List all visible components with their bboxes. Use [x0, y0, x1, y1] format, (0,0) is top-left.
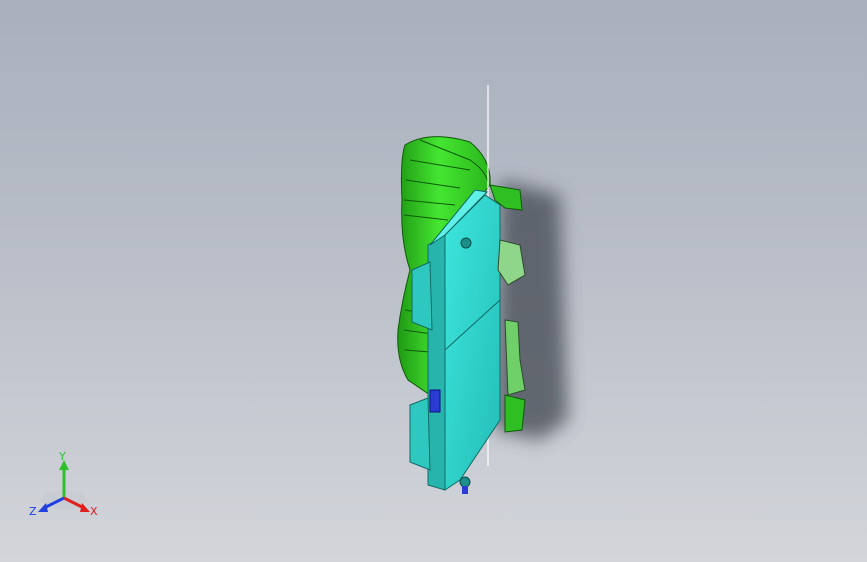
x-axis-label: X [90, 505, 98, 518]
z-axis-label: Z [29, 505, 37, 518]
cad-viewport[interactable]: Y X Z [0, 0, 867, 562]
y-axis-label: Y [58, 450, 66, 463]
coordinate-triad[interactable]: Y X Z [29, 450, 98, 518]
model-canvas[interactable]: Y X Z [0, 0, 867, 562]
